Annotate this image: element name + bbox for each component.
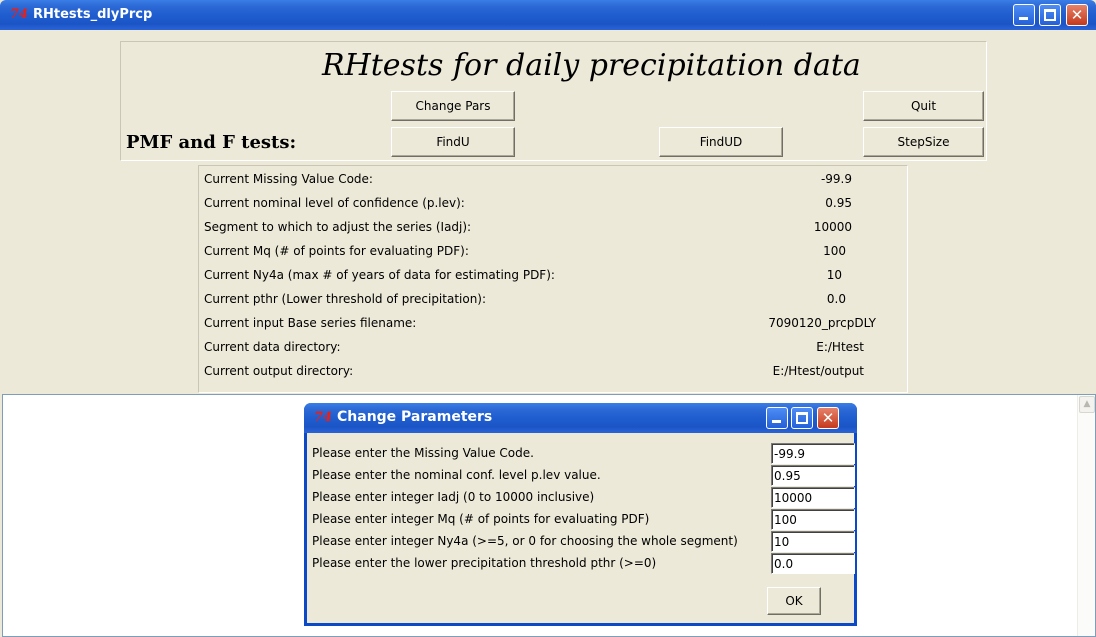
info-row-ny4a: Current Ny4a (max # of years of data for…: [204, 264, 904, 288]
close-icon: ✕: [821, 409, 835, 427]
info-row-output-dir: Current output directory: E:/Htest/outpu…: [204, 360, 904, 384]
change-parameters-dialog[interactable]: 74 Change Parameters ✕ Please enter the …: [304, 403, 857, 626]
close-icon: ✕: [1070, 6, 1084, 24]
info-label: Current Mq (# of points for evaluating P…: [204, 244, 469, 258]
info-label: Current input Base series filename:: [204, 316, 417, 330]
scroll-up-arrow-icon[interactable]: ▲: [1079, 396, 1095, 413]
field-label: Please enter the lower precipitation thr…: [312, 556, 657, 570]
step-size-button[interactable]: StepSize: [863, 127, 984, 157]
field-label: Please enter integer Iadj (0 to 10000 in…: [312, 490, 595, 504]
info-label: Segment to which to adjust the series (I…: [204, 220, 472, 234]
info-label: Current Missing Value Code:: [204, 172, 373, 186]
info-row-mq: Current Mq (# of points for evaluating P…: [204, 240, 904, 264]
change-pars-button[interactable]: Change Pars: [391, 91, 515, 121]
field-iadj: Please enter integer Iadj (0 to 10000 in…: [312, 486, 855, 508]
mq-input[interactable]: [771, 509, 855, 530]
field-missing-value: Please enter the Missing Value Code.: [312, 442, 855, 464]
find-ud-button[interactable]: FindUD: [659, 127, 783, 157]
field-label: Please enter integer Mq (# of points for…: [312, 512, 650, 526]
info-row-confidence: Current nominal level of confidence (p.l…: [204, 192, 904, 216]
info-value: E:/Htest: [816, 340, 864, 354]
iadj-input[interactable]: [771, 487, 855, 508]
maximize-button[interactable]: [1039, 4, 1061, 26]
info-label: Current output directory:: [204, 364, 354, 378]
info-row-iadj: Segment to which to adjust the series (I…: [204, 216, 904, 240]
info-row-data-dir: Current data directory: E:/Htest: [204, 336, 904, 360]
maximize-icon: [796, 412, 808, 424]
tk-app-icon: 74: [10, 7, 29, 22]
info-value: 0.0: [826, 292, 846, 306]
dialog-close-button[interactable]: ✕: [817, 407, 839, 429]
info-value: 0.95: [825, 196, 852, 210]
minimize-icon: [772, 420, 781, 423]
tests-section-label: PMF and F tests:: [126, 132, 297, 153]
field-mq: Please enter integer Mq (# of points for…: [312, 508, 855, 530]
ny4a-input[interactable]: [771, 531, 855, 552]
window-title: RHtests_dlyPrcp: [33, 7, 153, 22]
info-label: Current Ny4a (max # of years of data for…: [204, 268, 555, 282]
info-row-missing-value: Current Missing Value Code: -99.9: [204, 168, 904, 192]
dialog-title-bar[interactable]: 74 Change Parameters ✕: [304, 403, 857, 433]
maximize-icon: [1044, 9, 1056, 21]
field-label: Please enter integer Ny4a (>=5, or 0 for…: [312, 534, 738, 548]
ok-button[interactable]: OK: [767, 587, 821, 615]
minimize-icon: [1019, 17, 1028, 20]
pthr-input[interactable]: [771, 553, 855, 574]
info-value: 100: [823, 244, 846, 258]
field-ny4a: Please enter integer Ny4a (>=5, or 0 for…: [312, 530, 855, 552]
missing-value-input[interactable]: [771, 443, 855, 464]
current-settings-panel: Current Missing Value Code: -99.9 Curren…: [198, 165, 908, 393]
info-value: -99.9: [820, 172, 852, 186]
info-value: 10: [826, 268, 842, 282]
find-u-button[interactable]: FindU: [391, 127, 515, 157]
dialog-minimize-button[interactable]: [766, 407, 788, 429]
dialog-title: Change Parameters: [337, 409, 493, 425]
p-lev-input[interactable]: [771, 465, 855, 486]
quit-button[interactable]: Quit: [863, 91, 984, 121]
field-pthr: Please enter the lower precipitation thr…: [312, 552, 855, 574]
field-label: Please enter the Missing Value Code.: [312, 446, 534, 460]
main-title-bar[interactable]: 74 RHtests_dlyPrcp ✕: [0, 0, 1096, 30]
info-row-pthr: Current pthr (Lower threshold of precipi…: [204, 288, 904, 312]
info-label: Current data directory:: [204, 340, 341, 354]
info-label: Current nominal level of confidence (p.l…: [204, 196, 465, 210]
info-label: Current pthr (Lower threshold of precipi…: [204, 292, 487, 306]
field-confidence: Please enter the nominal conf. level p.l…: [312, 464, 855, 486]
page-title: RHtests for daily precipitation data: [322, 48, 861, 83]
minimize-button[interactable]: [1013, 4, 1035, 26]
tk-app-icon: 74: [314, 410, 333, 425]
field-label: Please enter the nominal conf. level p.l…: [312, 468, 601, 482]
info-value: E:/Htest/output: [772, 364, 864, 378]
info-value: 10000: [813, 220, 852, 234]
close-button[interactable]: ✕: [1066, 4, 1088, 26]
vertical-scrollbar[interactable]: ▲: [1077, 395, 1095, 636]
dialog-maximize-button[interactable]: [791, 407, 813, 429]
info-value: 7090120_prcpDLY: [768, 316, 876, 330]
info-row-base-series: Current input Base series filename: 7090…: [204, 312, 904, 336]
